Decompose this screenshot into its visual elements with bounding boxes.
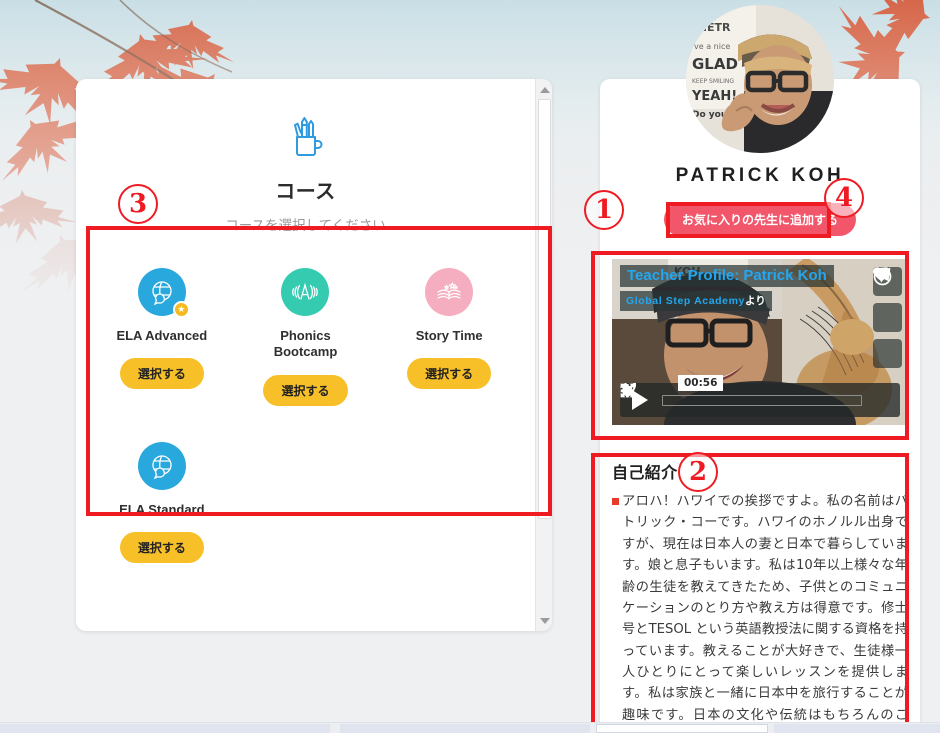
add-favorite-teacher-button[interactable]: お気に入りの先生に追加する <box>663 203 857 236</box>
taskbar-segment[interactable] <box>340 724 590 733</box>
course-card-phonics-bootcamp[interactable]: Phonics Bootcamp 選択する <box>234 260 378 406</box>
svg-text:GLAD: GLAD <box>692 55 738 73</box>
course-name: Story Time <box>415 328 483 343</box>
self-introduction-text: アロハ！ハワイでの挨拶ですよ。私の名前はパトリック・コーです。ハワイのホノルル出… <box>622 494 908 733</box>
course-name: ELA Standard <box>119 501 205 517</box>
video-side-actions <box>873 267 902 368</box>
course-card-story-time[interactable]: Story Time 選択する <box>377 260 521 406</box>
self-introduction-heading: 自己紹介 <box>612 465 678 482</box>
video-time-label: 00:56 <box>678 375 724 391</box>
star-badge-icon: ★ <box>172 301 190 318</box>
svg-text:KEEP SMILING: KEEP SMILING <box>692 78 734 85</box>
scroll-up-arrow-icon[interactable] <box>536 81 552 98</box>
course-card-ela-standard[interactable]: ELA Standard 選択する <box>90 434 234 563</box>
page-subtitle: コースを選択してください <box>225 218 386 233</box>
course-name: ELA Advanced <box>116 328 208 343</box>
select-course-button[interactable]: 選択する <box>119 531 204 563</box>
course-name: Phonics Bootcamp <box>273 328 338 360</box>
pencil-cup-icon <box>76 113 535 157</box>
svg-text:ve a nice: ve a nice <box>694 42 730 51</box>
os-taskbar <box>0 722 940 733</box>
teacher-profile-video[interactable]: KOH Teacher Pro <box>612 259 908 425</box>
speech-globe-icon: ★ <box>137 268 190 318</box>
share-icon[interactable] <box>873 267 902 368</box>
video-control-bar: 00:56 <box>620 375 900 417</box>
page-root: コース コースを選択してください ★ ELA Advanced 選択する Pho… <box>0 0 940 733</box>
select-course-button[interactable]: 選択する <box>119 358 204 390</box>
speech-globe-icon <box>137 441 186 490</box>
course-panel-scrollbar[interactable] <box>535 79 552 631</box>
course-selection-panel: コース コースを選択してください ★ ELA Advanced 選択する Pho… <box>76 79 552 631</box>
taskbar-segment[interactable] <box>774 724 940 733</box>
teacher-profile-panel: METR ve a nice GLAD KEEP SMILING YEAH! D… <box>600 5 920 733</box>
course-card-ela-advanced[interactable]: ★ ELA Advanced 選択する <box>90 260 234 406</box>
clock-icon[interactable] <box>873 267 902 332</box>
letter-a-sound-icon <box>281 268 330 316</box>
svg-text:METR: METR <box>696 21 731 34</box>
video-progress-bar[interactable] <box>662 394 862 406</box>
scrollbar-thumb[interactable] <box>538 99 551 519</box>
select-course-button[interactable]: 選択する <box>263 374 348 406</box>
taskbar-segment[interactable] <box>0 724 330 733</box>
course-grid: ★ ELA Advanced 選択する Phonics Bootcamp 選択す… <box>90 260 521 563</box>
video-byline-source: Global Step Academy <box>626 295 745 307</box>
scroll-down-arrow-icon[interactable] <box>536 612 552 629</box>
video-byline: Global Step Academyより <box>620 291 772 311</box>
avatar: METR ve a nice GLAD KEEP SMILING YEAH! D… <box>686 5 834 153</box>
svg-text:YEAH!: YEAH! <box>691 89 737 104</box>
page-title: コース <box>275 181 336 203</box>
self-introduction-section: 自己紹介 アロハ！ハワイでの挨拶ですよ。私の名前はパトリック・コーです。ハワイの… <box>612 459 908 733</box>
teacher-name: PATRICK KOH <box>675 165 845 186</box>
taskbar-active-window[interactable] <box>596 724 768 733</box>
bullet-square-icon <box>612 498 619 505</box>
video-title: Teacher Profile: Patrick Koh <box>620 265 834 287</box>
open-book-stars-icon <box>425 268 474 316</box>
select-course-button[interactable]: 選択する <box>407 358 492 390</box>
video-byline-suffix: より <box>744 295 766 307</box>
